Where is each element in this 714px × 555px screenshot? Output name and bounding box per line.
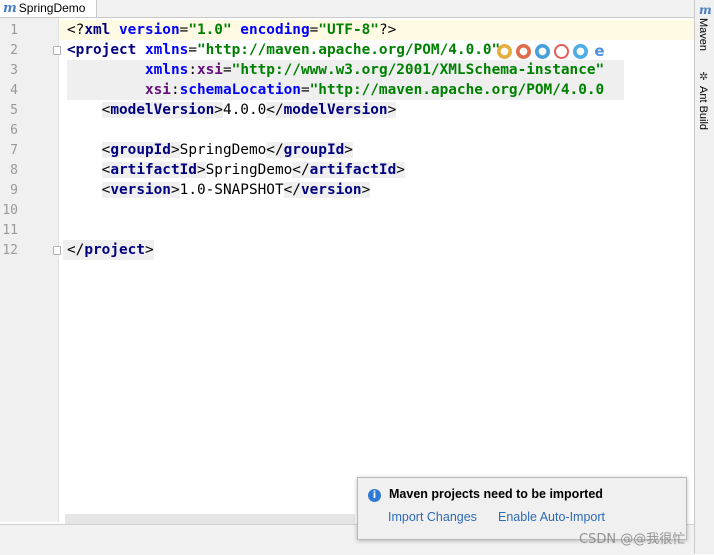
- right-tool-strip: m Maven ✲ Ant Build: [694, 0, 714, 554]
- ant-icon[interactable]: ✲: [699, 70, 708, 83]
- maven-tool-window-tab[interactable]: Maven: [697, 18, 709, 51]
- watermark: CSDN @@我很忙: [579, 532, 686, 547]
- code-editor[interactable]: <?xml version="1.0" encoding="UTF-8"?> <…: [59, 18, 694, 522]
- safari-icon[interactable]: ●: [535, 44, 550, 59]
- code-line-7: <groupId>SpringDemo</groupId>: [101, 142, 353, 158]
- ant-build-tool-window-tab[interactable]: Ant Build: [697, 86, 709, 130]
- line-number: 4: [10, 83, 18, 98]
- line-number: 5: [10, 103, 18, 118]
- import-changes-link[interactable]: Import Changes: [388, 510, 477, 524]
- line-number-gutter[interactable]: 1 2 3 4 5 6 7 8 9 10 11 12: [0, 18, 61, 522]
- horizontal-scrollbar[interactable]: [65, 514, 355, 524]
- info-icon: i: [368, 489, 381, 502]
- line-number: 11: [2, 223, 18, 238]
- code-line-9: <version>1.0-SNAPSHOT</version>: [101, 182, 371, 198]
- code-line-1: <?xml version="1.0" encoding="UTF-8"?>: [67, 22, 397, 38]
- maven-m-icon: m: [3, 1, 17, 16]
- edge-icon[interactable]: e: [592, 44, 607, 59]
- code-line-3: xmlns:xsi="http://www.w3.org/2001/XMLSch…: [67, 60, 625, 80]
- line-number: 8: [10, 163, 18, 178]
- line-number: 2: [10, 43, 18, 58]
- code-line-4: xsi:schemaLocation="http://maven.apache.…: [67, 80, 625, 100]
- line-number: 1: [10, 23, 18, 38]
- tab-springdemo[interactable]: m SpringDemo: [0, 0, 97, 17]
- enable-auto-import-link[interactable]: Enable Auto-Import: [498, 510, 605, 524]
- code-line-12: </project>: [63, 240, 154, 260]
- chrome-icon[interactable]: ●: [497, 44, 512, 59]
- code-line-2: <project xmlns="http://maven.apache.org/…: [67, 42, 501, 58]
- code-line-8: <artifactId>SpringDemo</artifactId>: [101, 162, 405, 178]
- tab-label: SpringDemo: [18, 1, 86, 15]
- line-number: 3: [10, 63, 18, 78]
- line-number: 7: [10, 143, 18, 158]
- browser-icons-toolbar: ● ● ● ● e: [497, 44, 607, 59]
- editor-tab-bar: m SpringDemo: [0, 0, 694, 18]
- line-number: 10: [2, 203, 18, 218]
- line-number: 6: [10, 123, 18, 138]
- line-number: 9: [10, 183, 18, 198]
- line-number: 12: [2, 243, 18, 258]
- ie-icon[interactable]: ●: [573, 44, 588, 59]
- firefox-icon[interactable]: ●: [516, 44, 531, 59]
- notification-title: Maven projects need to be imported: [389, 487, 603, 501]
- opera-icon[interactable]: [554, 44, 569, 59]
- maven-m-icon[interactable]: m: [699, 3, 712, 17]
- code-line-5: <modelVersion>4.0.0</modelVersion>: [101, 102, 397, 118]
